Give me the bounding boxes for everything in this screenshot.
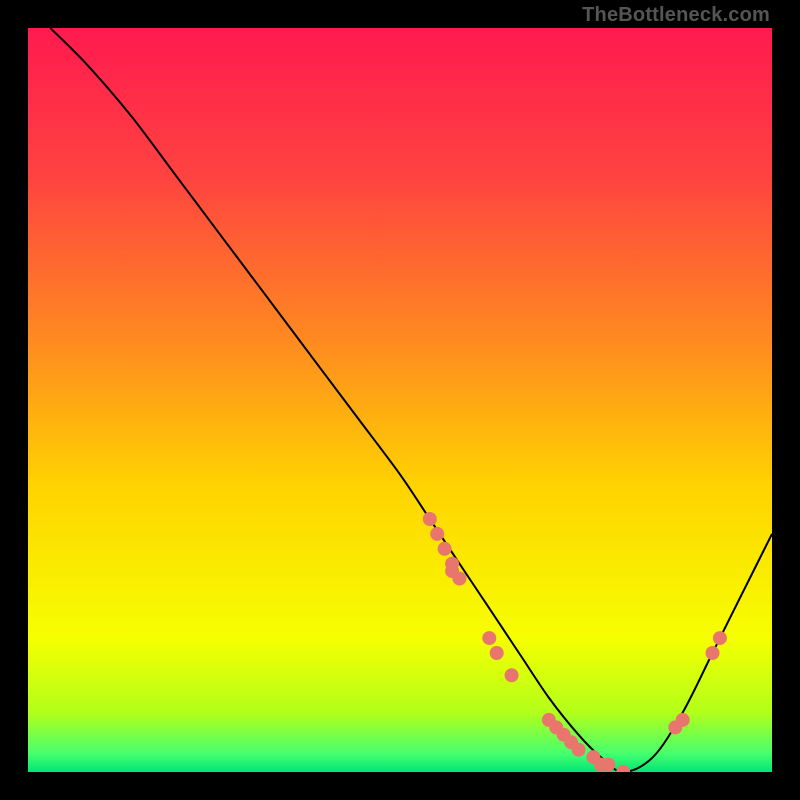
- data-marker: [430, 527, 444, 541]
- data-marker: [453, 572, 467, 586]
- data-marker: [438, 542, 452, 556]
- data-marker: [706, 646, 720, 660]
- attribution-label: TheBottleneck.com: [582, 4, 770, 27]
- data-marker: [490, 646, 504, 660]
- data-marker: [713, 631, 727, 645]
- data-marker: [601, 758, 615, 772]
- data-marker: [482, 631, 496, 645]
- data-marker: [423, 512, 437, 526]
- bottleneck-plot: [28, 28, 772, 772]
- data-marker: [676, 713, 690, 727]
- data-marker: [572, 743, 586, 757]
- gradient-background: [28, 28, 772, 772]
- chart-area: [28, 28, 772, 772]
- data-marker: [505, 668, 519, 682]
